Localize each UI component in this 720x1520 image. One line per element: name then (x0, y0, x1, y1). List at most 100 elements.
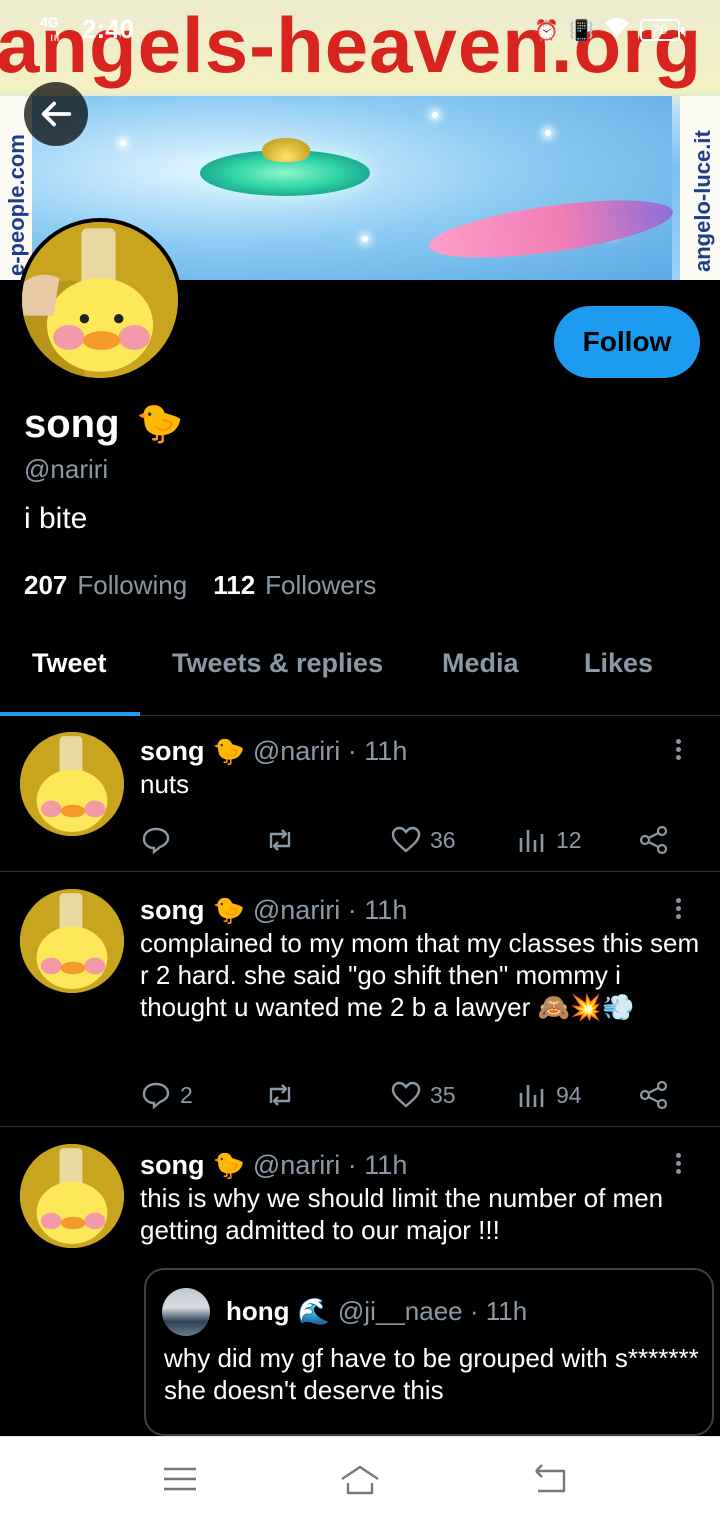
retweet-button[interactable] (264, 1075, 304, 1115)
chick-emoji-icon: 🐤 (136, 403, 184, 445)
tweet-text: nuts (140, 769, 190, 799)
network-type: 4G (40, 14, 59, 30)
share-button[interactable] (638, 1075, 678, 1115)
return-icon (535, 1464, 566, 1493)
tweet[interactable]: song 🐤 @nariri · 11h nuts 36 12 (0, 716, 720, 872)
tab-media[interactable]: Media (442, 648, 519, 679)
tweet-actions: 36 12 (140, 820, 680, 860)
wifi-icon (604, 16, 630, 44)
tweet-avatar[interactable] (20, 1144, 124, 1248)
tweet-author-name[interactable]: song (140, 1150, 205, 1181)
menu-icon (164, 1467, 196, 1491)
duck-avatar-image (20, 732, 124, 836)
battery-indicator: 20 (640, 19, 684, 41)
retweet-icon (269, 829, 291, 851)
view-count: 94 (556, 1081, 582, 1108)
tab-likes[interactable]: Likes (584, 648, 653, 679)
followers-link[interactable]: 112 Followers (213, 570, 376, 601)
tweet-handle-time: @nariri · 11h (252, 736, 408, 766)
tweet[interactable]: song 🐤 @nariri · 11h complained to my mo… (0, 873, 720, 1127)
view-count: 12 (556, 826, 582, 853)
tweet-header: song 🐤 @nariri · 11h (140, 1150, 407, 1181)
views-button[interactable]: 94 (516, 1075, 582, 1115)
reply-button[interactable]: 2 (140, 1075, 193, 1115)
share-icon (639, 1080, 668, 1110)
home-button[interactable] (340, 1459, 380, 1499)
profile-stats: 207 Following 112 Followers (24, 570, 402, 601)
banner-star (362, 236, 368, 242)
arrow-left-icon (41, 101, 72, 127)
back-button[interactable] (24, 82, 88, 146)
profile-display-name: song (24, 402, 120, 446)
system-nav-bar (0, 1436, 720, 1520)
like-button[interactable]: 35 (390, 1075, 456, 1115)
banner-star (432, 112, 438, 118)
alarm-icon: ⏰ (534, 19, 560, 42)
quoted-handle-time: @ji__naee · 11h (337, 1296, 528, 1326)
banner-right-text: angelo-luce.it (690, 130, 715, 272)
share-button[interactable] (638, 820, 678, 860)
retweet-button[interactable] (264, 820, 304, 860)
followers-count: 112 (213, 570, 256, 600)
analytics-icon (519, 1085, 544, 1107)
followers-label: Followers (265, 570, 377, 600)
banner-star (120, 140, 126, 146)
heart-icon (391, 826, 421, 853)
reply-icon (142, 827, 170, 855)
system-back-button[interactable] (530, 1459, 570, 1499)
chick-emoji-icon: 🐤 (212, 736, 245, 766)
tweet-handle-time: @nariri · 11h (252, 895, 408, 925)
like-button[interactable]: 36 (390, 820, 456, 860)
quoted-tweet-text: why did my gf have to be grouped with s*… (164, 1343, 699, 1405)
tweet-avatar[interactable] (20, 889, 124, 993)
status-icons: ⏰ 📳 20 (534, 16, 684, 44)
banner-star (545, 130, 551, 136)
share-icon (639, 825, 668, 855)
banner-right-strip: angelo-luce.it (680, 96, 720, 280)
duck-avatar-image (20, 889, 124, 993)
tweet-avatar[interactable] (20, 732, 124, 836)
views-button[interactable]: 12 (516, 820, 582, 860)
banner-left-text: e-people.com (4, 134, 29, 276)
heart-icon (391, 1081, 421, 1108)
quoted-tweet[interactable]: hong 🌊 @ji__naee · 11h why did my gf hav… (144, 1268, 714, 1436)
menu-button[interactable] (160, 1459, 200, 1499)
reply-button[interactable] (140, 820, 180, 860)
following-link[interactable]: 207 Following (24, 570, 187, 601)
chick-emoji-icon: 🐤 (212, 1150, 245, 1180)
tab-tweets-and-replies[interactable]: Tweets & replies (172, 648, 383, 679)
profile-handle: @nariri (24, 454, 109, 484)
home-icon (341, 1465, 379, 1495)
profile-bio: i bite (24, 502, 88, 535)
following-count: 207 (24, 570, 68, 600)
retweet-icon (269, 1084, 291, 1106)
analytics-icon (519, 830, 544, 852)
banner-ufo-dome (262, 138, 310, 162)
tweet-author-name[interactable]: song (140, 895, 205, 926)
chick-emoji-icon: 🐤 (212, 895, 245, 925)
follow-button[interactable]: Follow (554, 306, 700, 378)
duck-avatar-image (20, 1144, 124, 1248)
status-bar: 4G ııl 2:40 ⏰ 📳 20 (0, 0, 720, 56)
duck-avatar-image (22, 222, 178, 378)
reply-icon (142, 1082, 170, 1110)
quoted-tweet-header: hong 🌊 @ji__naee · 11h (226, 1296, 527, 1327)
wave-emoji-icon: 🌊 (297, 1296, 330, 1326)
tweet-text: this is why we should limit the number o… (140, 1183, 664, 1245)
quoted-tweet-avatar[interactable] (162, 1288, 210, 1336)
tweet-handle-time: @nariri · 11h (252, 1150, 408, 1180)
vibrate-icon: 📳 (569, 19, 594, 42)
like-count: 36 (430, 826, 456, 853)
tweet-author-name[interactable]: song (140, 736, 205, 767)
tweet-text: complained to my mom that my classes thi… (140, 928, 700, 1022)
profile-avatar[interactable] (18, 218, 182, 382)
profile-tabs: Tweet Tweets & replies Media Likes (0, 620, 720, 716)
tweet-header: song 🐤 @nariri · 11h (140, 895, 407, 926)
quoted-author-name: hong (226, 1296, 290, 1326)
tab-tweets[interactable]: Tweet (32, 648, 107, 679)
reply-count: 2 (180, 1081, 193, 1108)
tweet-actions: 2 35 94 (140, 1075, 680, 1115)
following-label: Following (77, 570, 188, 600)
like-count: 35 (430, 1081, 456, 1108)
signal-icon: ııl (50, 30, 60, 44)
